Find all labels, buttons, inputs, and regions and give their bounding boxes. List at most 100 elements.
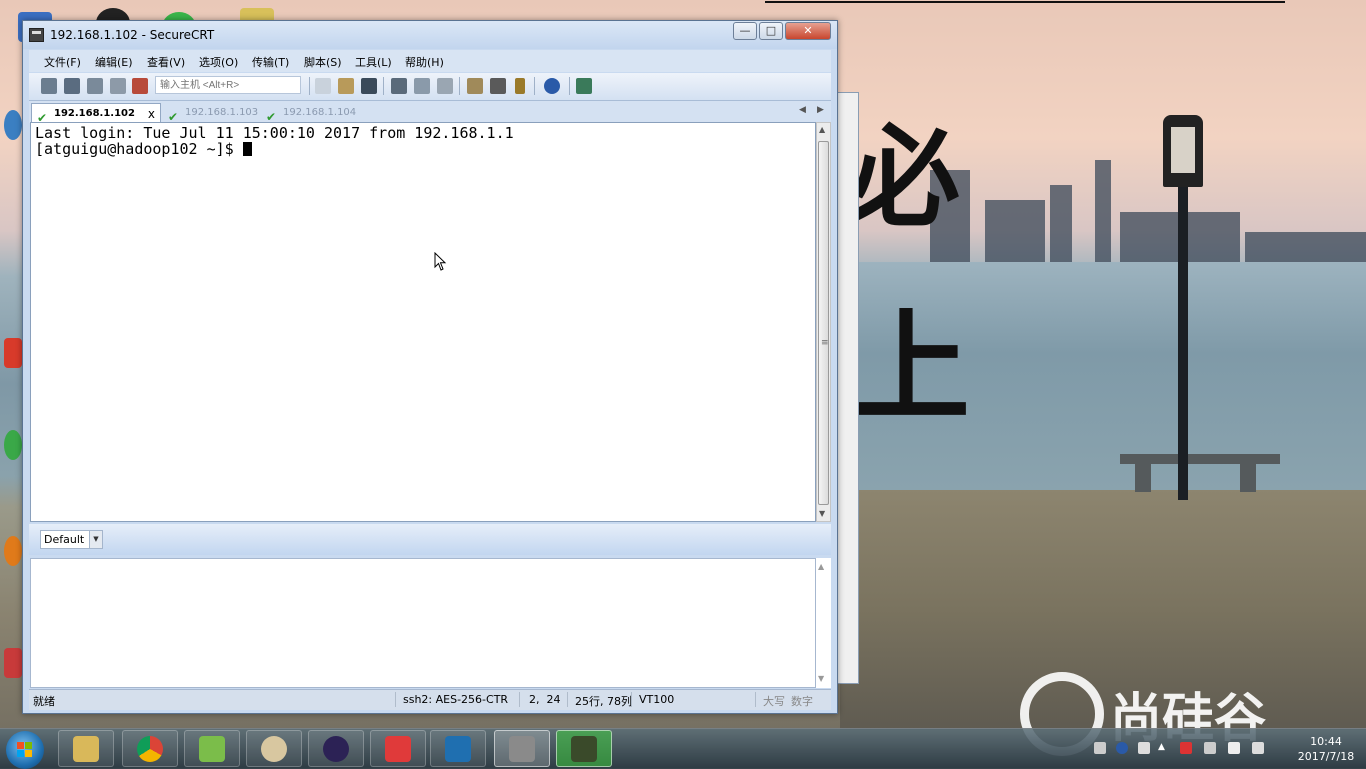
menu-transfer[interactable]: 传输(T) — [252, 54, 289, 70]
status-separator — [755, 692, 756, 707]
global-options-icon[interactable] — [490, 78, 506, 94]
action-center-icon[interactable] — [1180, 742, 1192, 754]
sftp-icon[interactable] — [576, 78, 592, 94]
scroll-down-icon[interactable]: ▼ — [818, 674, 824, 683]
tab-label: 192.168.1.102 — [54, 108, 135, 119]
menu-bar: 文件(F) 编辑(E) 查看(V) 选项(O) 传输(T) 脚本(S) 工具(L… — [29, 50, 831, 72]
start-button[interactable] — [6, 731, 44, 769]
taskbar: ▲ 10:44 2017/7/18 — [0, 728, 1366, 769]
tab-session-103[interactable]: ✔ 192.168.1.103 — [163, 103, 261, 124]
command-scrollbar[interactable]: ▲ ▼ — [816, 558, 831, 688]
session-options-icon[interactable] — [467, 78, 483, 94]
desktop-eclipse-icon[interactable] — [4, 536, 22, 566]
taskbar-securecrt[interactable] — [494, 730, 550, 767]
disconnect-icon[interactable] — [132, 78, 148, 94]
toolbar-separator — [534, 77, 535, 95]
quick-connect-icon[interactable] — [64, 78, 80, 94]
print-setup-icon[interactable] — [437, 78, 453, 94]
tab-session-104[interactable]: ✔ 192.168.1.104 — [261, 103, 359, 124]
connect-tab-icon[interactable] — [87, 78, 103, 94]
desktop-line — [765, 1, 1285, 3]
scroll-up-icon[interactable]: ▲ — [819, 125, 825, 134]
tab-label: 192.168.1.104 — [283, 107, 357, 118]
clock[interactable]: 10:44 2017/7/18 — [1294, 734, 1358, 764]
session-select[interactable]: Default ▼ — [40, 530, 103, 549]
status-ready: 就绪 — [33, 695, 55, 708]
menu-script[interactable]: 脚本(S) — [304, 54, 342, 70]
print-selection-icon[interactable] — [414, 78, 430, 94]
terminal-scrollbar[interactable]: ▲ ≡ ▼ — [816, 122, 831, 522]
paste-icon[interactable] — [338, 78, 354, 94]
clock-time: 10:44 — [1310, 735, 1342, 748]
keymap-icon[interactable] — [515, 78, 525, 94]
taskbar-camtasia[interactable] — [556, 730, 612, 767]
desktop-app-icon[interactable] — [4, 110, 22, 140]
tab-scroll-left-icon[interactable]: ◀ — [799, 105, 806, 115]
copy-icon[interactable] — [315, 78, 331, 94]
tab-close-icon[interactable]: x — [148, 104, 155, 124]
connect-icon[interactable] — [41, 78, 57, 94]
menu-tools[interactable]: 工具(L) — [355, 54, 392, 70]
desktop-app-icon[interactable] — [4, 338, 22, 368]
command-input-window[interactable] — [30, 558, 816, 688]
close-button[interactable]: ✕ — [785, 22, 831, 40]
grip-icon: ≡ — [821, 338, 829, 348]
calligraphy-char: 上 — [850, 297, 970, 438]
maximize-button[interactable]: □ — [759, 22, 783, 40]
help-tray-icon[interactable] — [1116, 742, 1128, 754]
status-caps: 大写 — [763, 695, 785, 708]
background-window[interactable] — [836, 92, 859, 684]
shore — [840, 490, 1366, 730]
print-icon[interactable] — [391, 78, 407, 94]
menu-options[interactable]: 选项(O) — [199, 54, 238, 70]
camtasia-icon — [571, 736, 597, 762]
host-input[interactable] — [155, 76, 301, 94]
keyboard-icon[interactable] — [1094, 742, 1106, 754]
eclipse-icon — [323, 736, 349, 762]
window-title: 192.168.1.102 - SecureCRT — [50, 28, 215, 42]
scroll-down-icon[interactable]: ▼ — [819, 509, 825, 518]
scroll-up-icon[interactable]: ▲ — [818, 562, 824, 571]
tab-label: 192.168.1.103 — [185, 107, 259, 118]
status-separator — [567, 692, 568, 707]
reconnect-icon[interactable] — [110, 78, 126, 94]
securecrt-icon — [509, 736, 535, 762]
tab-session-102[interactable]: ✔ 192.168.1.102 x — [31, 103, 161, 125]
taskbar-paint[interactable] — [246, 730, 302, 767]
title-bar[interactable]: 192.168.1.102 - SecureCRT — □ ✕ — [23, 21, 837, 49]
command-window-bar: Default ▼ — [29, 524, 831, 555]
dropdown-arrow-icon[interactable]: ▼ — [89, 531, 102, 548]
status-cipher: ssh2: AES-256-CTR — [403, 693, 509, 706]
network-icon[interactable] — [1228, 742, 1240, 754]
terminal-area[interactable]: Last login: Tue Jul 11 15:00:10 2017 fro… — [30, 122, 816, 522]
toolbar-separator — [309, 77, 310, 95]
xmind-icon — [385, 736, 411, 762]
volume-icon[interactable] — [1252, 742, 1264, 754]
show-hidden-icons-icon[interactable]: ▲ — [1158, 742, 1170, 754]
taskbar-virtualbox[interactable] — [430, 730, 486, 767]
taskbar-explorer[interactable] — [58, 730, 114, 767]
tab-scroll-right-icon[interactable]: ▶ — [817, 105, 824, 115]
status-terminal-size: 25行, 78列 — [575, 695, 632, 708]
menu-view[interactable]: 查看(V) — [147, 54, 185, 70]
taskbar-xmind[interactable] — [370, 730, 426, 767]
notepad-plus-plus-icon — [199, 736, 225, 762]
device-icon[interactable] — [1204, 742, 1216, 754]
taskbar-notepad-plus-plus[interactable] — [184, 730, 240, 767]
menu-edit[interactable]: 编辑(E) — [95, 54, 133, 70]
status-separator — [519, 692, 520, 707]
menu-help[interactable]: 帮助(H) — [405, 54, 444, 70]
menu-file[interactable]: 文件(F) — [44, 54, 81, 70]
desktop-app-icon[interactable] — [4, 648, 22, 678]
help-icon[interactable] — [544, 78, 560, 94]
taskbar-eclipse[interactable] — [308, 730, 364, 767]
scrollbar-thumb[interactable]: ≡ — [818, 141, 829, 505]
taskbar-chrome[interactable] — [122, 730, 178, 767]
find-icon[interactable] — [361, 78, 377, 94]
minimize-button[interactable]: — — [733, 22, 757, 40]
skyline-building — [985, 200, 1045, 262]
status-separator — [631, 692, 632, 707]
desktop-app-icon[interactable] — [4, 430, 22, 460]
language-icon[interactable] — [1138, 742, 1150, 754]
windows-logo-icon — [17, 742, 33, 758]
